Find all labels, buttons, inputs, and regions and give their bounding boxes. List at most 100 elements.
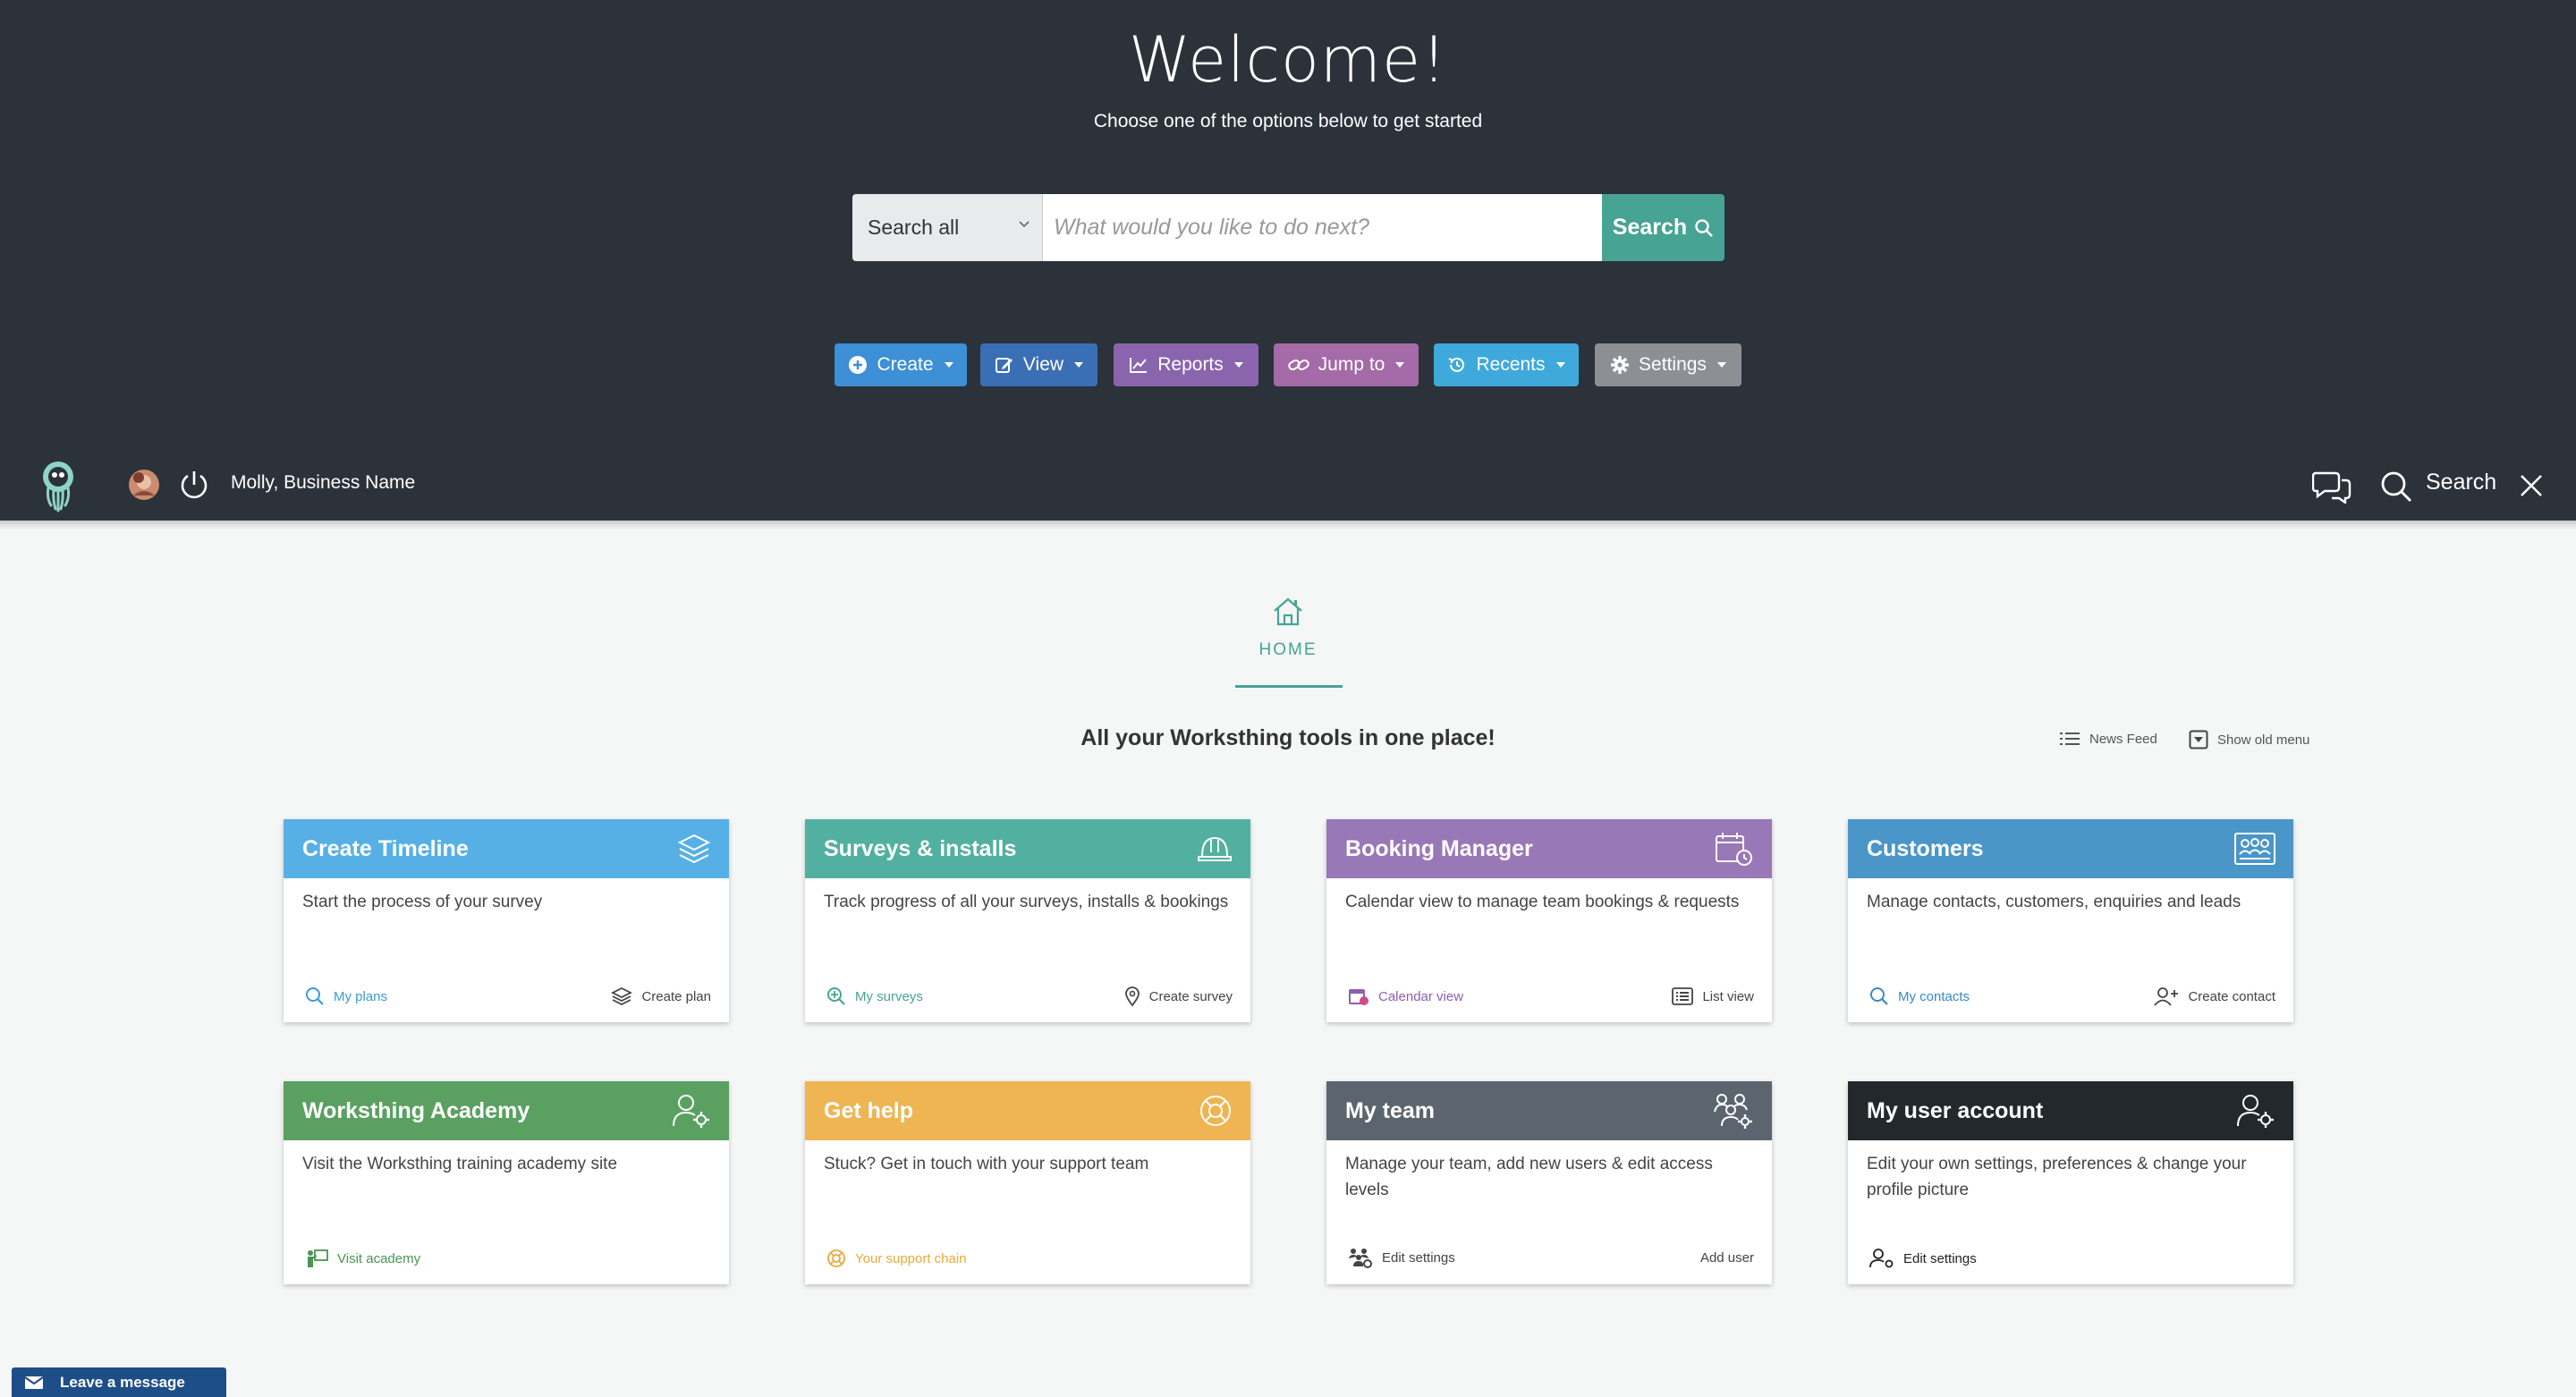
home-tab-label[interactable]: HOME — [0, 640, 2576, 660]
create-plan-link[interactable]: Create plan — [611, 986, 711, 1006]
card-description: Manage contacts, customers, enquiries an… — [1867, 893, 2241, 911]
caret-down-icon — [1074, 362, 1084, 368]
search-icon — [306, 987, 324, 1005]
close-icon[interactable] — [2518, 472, 2545, 499]
team-gear-icon — [1714, 1094, 1752, 1129]
search-scope-select[interactable]: Search all — [852, 194, 1043, 261]
create-contact-link[interactable]: Create contact — [2154, 986, 2275, 1006]
search-scope-value: Search all — [868, 216, 960, 239]
list-icon — [2060, 732, 2080, 745]
create-menu-label: Create — [877, 354, 934, 375]
avatar[interactable] — [128, 469, 160, 501]
news-feed-label: News Feed — [2089, 731, 2157, 747]
lifebuoy-icon — [1200, 1096, 1231, 1126]
account-edit-settings-link[interactable]: Edit settings — [1869, 1249, 1977, 1268]
dropdown-box-icon — [2189, 730, 2208, 749]
chat-icon[interactable] — [2312, 470, 2351, 504]
team-icon — [1349, 1249, 1372, 1268]
card-worksthing-academy[interactable]: Worksthing Academy Visit the Worksthing … — [284, 1081, 729, 1284]
hero-title: Welcome! — [1128, 23, 1448, 97]
create-contact-label: Create contact — [2188, 988, 2275, 1004]
create-survey-link[interactable]: Create survey — [1124, 986, 1233, 1006]
edit-icon — [995, 358, 1013, 373]
user-gear-icon — [1869, 1249, 1894, 1268]
reports-menu-label: Reports — [1157, 354, 1224, 375]
caret-down-icon — [944, 362, 953, 368]
create-menu-button[interactable]: Create — [835, 343, 967, 386]
card-customers[interactable]: Customers Manage contacts, customers, en… — [1848, 819, 2293, 1022]
jump-to-menu-button[interactable]: Jump to — [1274, 343, 1419, 386]
search-icon — [1695, 218, 1714, 237]
card-footer: My surveys Create survey — [826, 986, 1233, 1006]
visit-academy-link[interactable]: Visit academy — [305, 1249, 420, 1268]
leave-message-label: Leave a message — [60, 1373, 185, 1391]
card-header: My team — [1326, 1081, 1772, 1140]
home-icon — [1274, 597, 1302, 626]
card-footer: Calendar view List view — [1348, 986, 1754, 1006]
card-description: Edit your own settings, preferences & ch… — [1867, 1155, 2247, 1199]
leave-message-button[interactable]: Leave a message — [12, 1367, 226, 1397]
add-user-icon — [2154, 987, 2179, 1006]
user-name[interactable]: Molly, Business Name — [231, 472, 415, 494]
calendar-view-link[interactable]: Calendar view — [1348, 986, 1463, 1006]
line-chart-icon — [1130, 358, 1148, 373]
caret-down-icon — [1395, 362, 1405, 368]
search-input[interactable] — [1043, 194, 1602, 261]
my-surveys-link[interactable]: My surveys — [826, 986, 923, 1006]
card-description: Manage your team, add new users & edit a… — [1345, 1155, 1713, 1199]
plus-circle-icon — [849, 356, 868, 374]
card-booking-manager[interactable]: Booking Manager Calendar view to manage … — [1326, 819, 1772, 1022]
card-my-user-account[interactable]: My user account Edit your own settings, … — [1848, 1081, 2293, 1284]
settings-menu-button[interactable]: Settings — [1595, 343, 1741, 386]
card-footer: Edit settings Add user — [1348, 1247, 1754, 1268]
card-create-timeline[interactable]: Create Timeline Start the process of you… — [284, 819, 729, 1022]
card-get-help[interactable]: Get help Stuck? Get in touch with your s… — [805, 1081, 1250, 1284]
card-my-team[interactable]: My team Manage your team, add new users … — [1326, 1081, 1772, 1284]
link-icon — [1287, 360, 1309, 370]
add-user-link[interactable]: Add user — [1700, 1250, 1754, 1266]
card-description: Calendar view to manage team bookings & … — [1345, 893, 1740, 911]
nav-search-label[interactable]: Search — [2426, 470, 2496, 495]
teacher-icon — [308, 1249, 328, 1267]
list-view-link[interactable]: List view — [1672, 987, 1754, 1005]
card-title: Create Timeline — [302, 835, 469, 861]
card-header: Customers — [1848, 819, 2293, 878]
show-old-menu-link[interactable]: Show old menu — [2189, 730, 2309, 749]
support-chain-label: Your support chain — [855, 1250, 967, 1266]
team-edit-settings-label: Edit settings — [1382, 1249, 1455, 1266]
card-surveys-installs[interactable]: Surveys & installs Track progress of all… — [805, 819, 1250, 1022]
card-header: Worksthing Academy — [284, 1081, 729, 1140]
jump-to-menu-label: Jump to — [1318, 354, 1385, 375]
my-plans-label: My plans — [334, 988, 388, 1004]
home-tab-underline — [1235, 685, 1343, 688]
reports-menu-button[interactable]: Reports — [1114, 343, 1258, 386]
gear-icon — [1611, 356, 1630, 374]
hero-subtitle: Choose one of the options below to get s… — [1093, 111, 1483, 131]
card-title: My user account — [1867, 1097, 2044, 1123]
card-description: Track progress of all your surveys, inst… — [824, 893, 1229, 911]
search-button[interactable]: Search — [1602, 194, 1724, 261]
show-old-menu-label: Show old menu — [2217, 732, 2310, 748]
search-icon[interactable] — [2379, 470, 2413, 504]
view-menu-label: View — [1022, 354, 1064, 375]
view-menu-button[interactable]: View — [980, 343, 1097, 386]
card-title: Booking Manager — [1345, 835, 1533, 861]
team-edit-settings-link[interactable]: Edit settings — [1348, 1247, 1455, 1268]
chevron-down-icon — [1019, 221, 1030, 228]
recents-menu-button[interactable]: Recents — [1434, 343, 1579, 386]
user-gear-icon — [2237, 1095, 2274, 1128]
app-logo[interactable] — [36, 459, 80, 514]
list-icon — [1672, 987, 1694, 1005]
power-icon[interactable] — [178, 469, 210, 501]
support-chain-link[interactable]: Your support chain — [826, 1249, 967, 1268]
card-description: Stuck? Get in touch with your support te… — [824, 1155, 1149, 1173]
create-survey-label: Create survey — [1148, 988, 1233, 1004]
hard-hat-icon — [1198, 836, 1232, 861]
my-contacts-link[interactable]: My contacts — [1869, 986, 1970, 1006]
caret-down-icon — [1716, 362, 1726, 368]
card-title: Surveys & installs — [824, 835, 1017, 861]
my-plans-link[interactable]: My plans — [305, 986, 387, 1006]
news-feed-link[interactable]: News Feed — [2059, 730, 2157, 748]
card-description: Start the process of your survey — [302, 893, 543, 911]
card-footer: Visit academy — [305, 1249, 711, 1268]
